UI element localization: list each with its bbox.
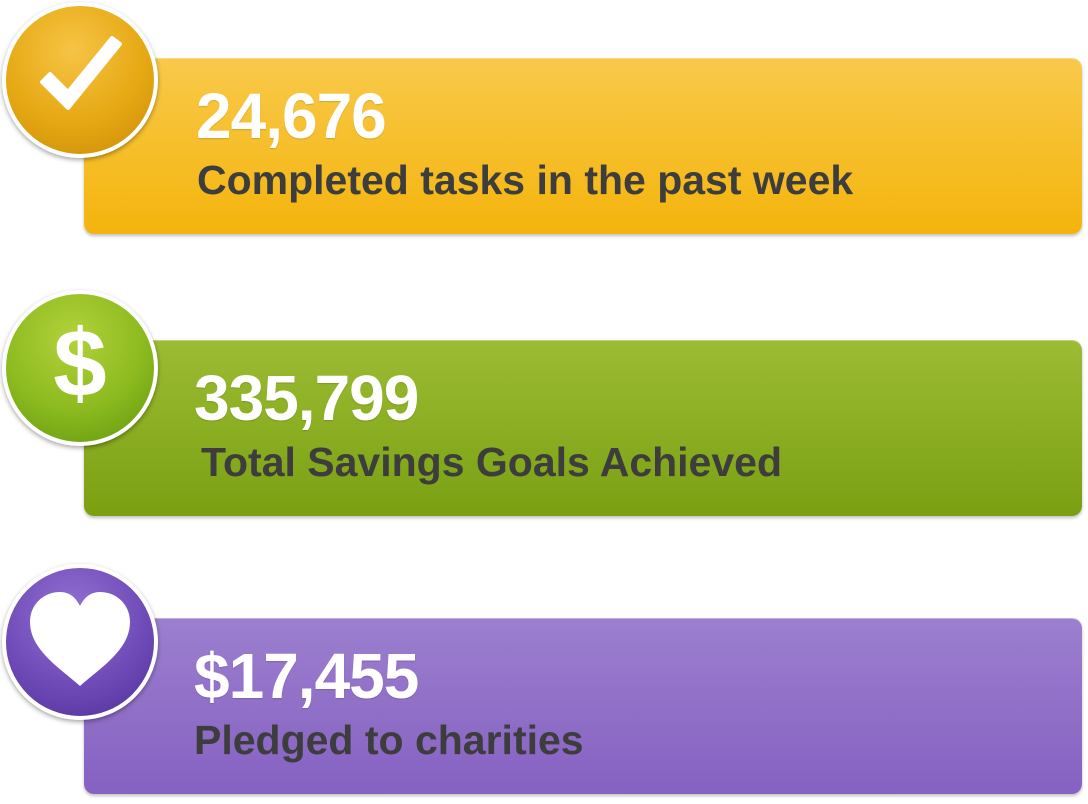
- stat-caption: Total Savings Goals Achieved: [201, 439, 783, 485]
- dollar-icon: $: [2, 290, 158, 446]
- stat-completed-tasks: 24,676 Completed tasks in the past week: [0, 0, 1088, 234]
- svg-text:$: $: [53, 310, 106, 417]
- stat-value: $17,455: [194, 640, 419, 712]
- heart-icon: [2, 564, 158, 720]
- stat-caption: Completed tasks in the past week: [197, 157, 854, 203]
- checkmark-icon: [2, 2, 158, 158]
- stat-savings-goals: $ 335,799 Total Savings Goals Achieved: [0, 288, 1088, 516]
- stat-value: 335,799: [194, 362, 419, 434]
- stat-caption: Pledged to charities: [194, 717, 584, 763]
- stat-value: 24,676: [196, 80, 387, 152]
- stat-charity-pledges: $17,455 Pledged to charities: [0, 562, 1088, 794]
